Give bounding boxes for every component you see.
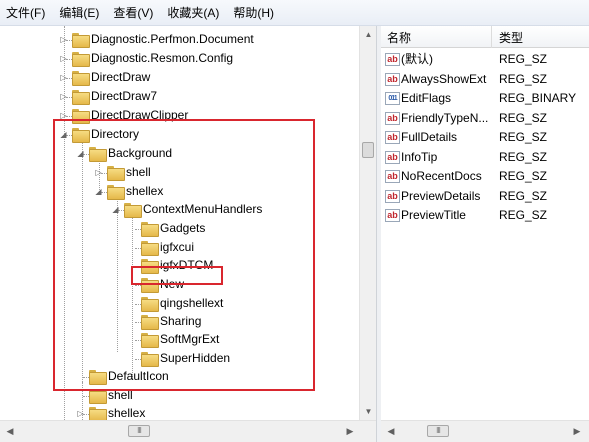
registry-values-list: 名称 类型 ab (默认) REG_SZ ab AlwaysShowExt REG_SZ 0…	[381, 26, 589, 420]
column-header-type[interactable]: 类型	[499, 29, 523, 46]
value-row[interactable]: ab FullDetails REG_SZ	[381, 128, 589, 147]
string-value-icon: ab	[385, 131, 400, 144]
tree-node[interactable]: ▷ DirectDraw7	[0, 87, 360, 106]
highlight-box	[53, 119, 315, 391]
tree-node[interactable]: ▷ DirectDraw	[0, 68, 360, 87]
value-type: REG_SZ	[499, 52, 548, 66]
expand-arrow-icon[interactable]: ▷	[76, 409, 85, 418]
scroll-right-arrow-icon[interactable]: ▶	[342, 423, 358, 439]
column-header-name[interactable]: 名称	[387, 29, 411, 46]
scroll-thumb[interactable]	[362, 142, 374, 158]
expand-arrow-icon[interactable]: ▷	[59, 73, 68, 82]
value-row[interactable]: ab FriendlyTypeN... REG_SZ	[381, 109, 589, 128]
value-type: REG_BINARY	[499, 91, 577, 105]
scroll-up-arrow-icon[interactable]: ▲	[360, 26, 377, 43]
value-type: REG_SZ	[499, 188, 548, 203]
folder-icon	[72, 90, 90, 105]
value-type: REG_SZ	[499, 208, 548, 222]
tree-node-label: DirectDraw7	[91, 89, 158, 103]
tree-node-label: Diagnostic.Resmon.Config	[91, 51, 234, 65]
folder-icon	[89, 407, 107, 420]
expand-arrow-icon[interactable]: ▷	[59, 92, 68, 101]
list-horizontal-scrollbar[interactable]: ◀ III ▶	[381, 420, 589, 442]
value-row[interactable]: ab InfoTip REG_SZ	[381, 148, 589, 167]
list-header: 名称 类型	[381, 26, 589, 48]
string-value-icon: ab	[385, 72, 400, 86]
menu-favorites[interactable]: 收藏夹(A)	[167, 4, 219, 21]
value-name: AlwaysShowExt	[401, 71, 487, 86]
string-value-icon: ab	[385, 53, 400, 66]
column-separator[interactable]	[491, 26, 492, 48]
value-name: FriendlyTypeN...	[401, 110, 489, 125]
expand-arrow-icon[interactable]: ▷	[59, 54, 68, 63]
scroll-down-arrow-icon[interactable]: ▼	[360, 403, 377, 420]
value-row[interactable]: ab NoRecentDocs REG_SZ	[381, 167, 589, 186]
tree-node-label: shellex	[108, 406, 146, 420]
value-name: PreviewTitle	[401, 208, 466, 222]
scroll-left-arrow-icon[interactable]: ◀	[2, 423, 18, 439]
tree-node-label: Diagnostic.Perfmon.Document	[91, 32, 254, 46]
value-type: REG_SZ	[499, 110, 548, 125]
folder-icon	[72, 52, 90, 67]
value-row[interactable]: ab PreviewDetails REG_SZ	[381, 187, 589, 206]
tree-vertical-scrollbar[interactable]: ▲ ▼	[359, 26, 376, 420]
binary-value-icon: 011	[385, 92, 400, 105]
value-type: REG_SZ	[499, 130, 548, 144]
value-name: EditFlags	[401, 91, 452, 105]
value-type: REG_SZ	[499, 169, 548, 183]
highlight-box	[131, 266, 223, 285]
value-row[interactable]: 011 EditFlags REG_BINARY	[381, 89, 589, 108]
value-type: REG_SZ	[499, 149, 548, 164]
menu-edit[interactable]: 编辑(E)	[59, 4, 99, 21]
menu-help[interactable]: 帮助(H)	[233, 4, 274, 21]
expand-arrow-icon[interactable]: ▷	[59, 35, 68, 44]
value-name: PreviewDetails	[401, 188, 481, 203]
menu-view[interactable]: 查看(V)	[113, 4, 153, 21]
value-row[interactable]: ab AlwaysShowExt REG_SZ	[381, 70, 589, 89]
string-value-icon: ab	[385, 111, 400, 125]
menu-bar: 文件(F) 编辑(E) 查看(V) 收藏夹(A) 帮助(H)	[0, 0, 589, 26]
horizontal-scroll-thumb[interactable]: III	[128, 425, 150, 437]
value-name: InfoTip	[401, 149, 438, 164]
string-value-icon: ab	[385, 150, 400, 164]
string-value-icon: ab	[385, 209, 400, 222]
tree-node[interactable]: ▷ shellex	[0, 404, 360, 420]
tree-node[interactable]: ▷ Diagnostic.Perfmon.Document	[0, 30, 360, 49]
value-name: FullDetails	[401, 130, 458, 144]
value-name: NoRecentDocs	[401, 169, 482, 183]
tree-node-label: DirectDraw	[91, 70, 151, 84]
registry-key-tree[interactable]: ▷ Diagnostic.Perfmon.Document ▷ Diagnostic.…	[0, 26, 376, 420]
value-type: REG_SZ	[499, 71, 548, 86]
tree-horizontal-scrollbar[interactable]: ◀ III ▶	[0, 420, 376, 442]
value-row[interactable]: ab (默认) REG_SZ	[381, 50, 589, 69]
scroll-right-arrow-icon[interactable]: ▶	[569, 423, 585, 439]
folder-icon	[72, 33, 90, 48]
tree-node[interactable]: ▷ Diagnostic.Resmon.Config	[0, 49, 360, 68]
menu-file[interactable]: 文件(F)	[6, 4, 45, 21]
string-value-icon: ab	[385, 189, 400, 203]
scroll-left-arrow-icon[interactable]: ◀	[383, 423, 399, 439]
string-value-icon: ab	[385, 170, 400, 183]
value-row[interactable]: ab PreviewTitle REG_SZ	[381, 206, 589, 225]
horizontal-scroll-thumb[interactable]: III	[427, 425, 449, 437]
folder-icon	[72, 71, 90, 86]
value-name: (默认)	[401, 52, 433, 66]
